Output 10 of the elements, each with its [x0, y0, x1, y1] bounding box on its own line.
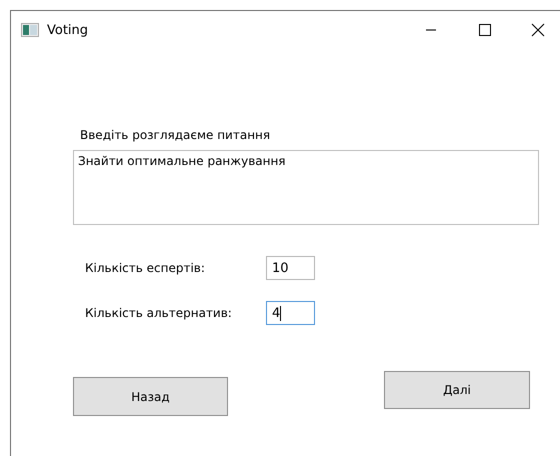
back-button[interactable]: Назад — [73, 377, 228, 416]
window-title: Voting — [47, 22, 90, 38]
question-label: Введіть розглядаєме питання — [80, 128, 272, 144]
number-field[interactable]: 10 — [266, 256, 315, 280]
question-field[interactable]: Знайти оптимальне ранжування — [73, 150, 539, 225]
app-icon — [21, 23, 39, 37]
next-button[interactable]: Далі — [384, 371, 530, 409]
number-field[interactable]: 4 — [266, 301, 315, 325]
field-label: Кількість альтернатив: — [85, 306, 233, 320]
field-label: Кількість еспертів: — [85, 261, 206, 275]
